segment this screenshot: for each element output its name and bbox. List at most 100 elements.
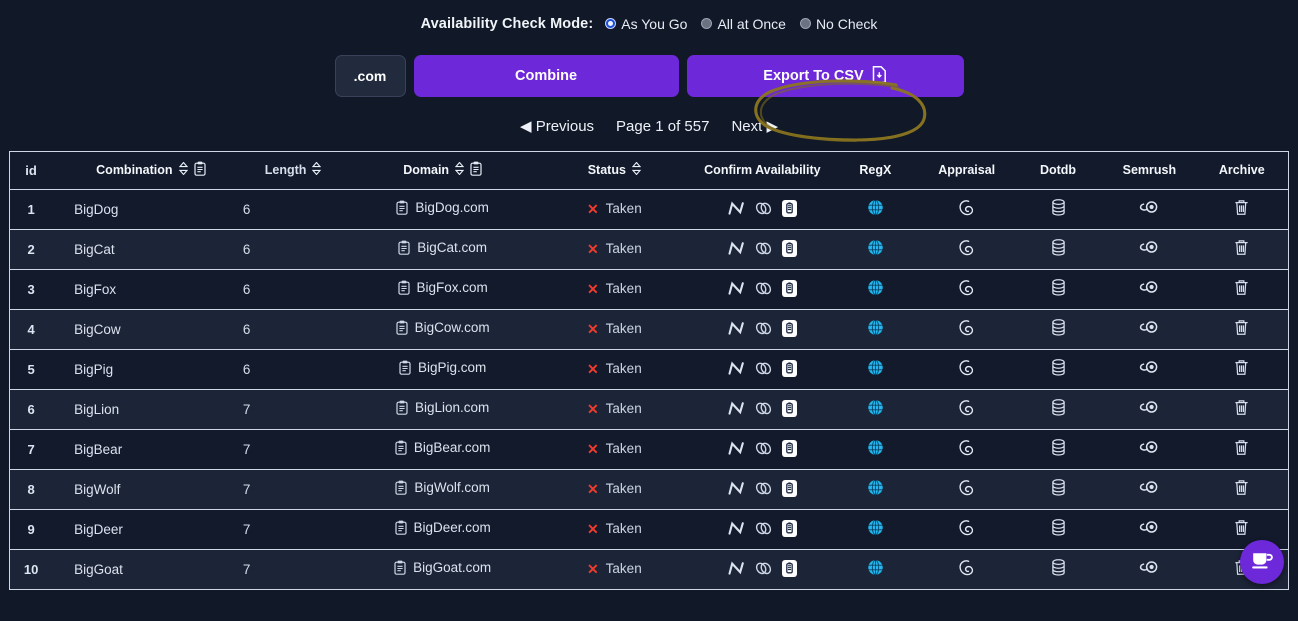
link-chain-icon[interactable] <box>755 241 772 256</box>
globe-icon[interactable] <box>867 439 884 456</box>
export-to-csv-button[interactable]: Export To CSV <box>686 55 964 97</box>
copy-domain-icon[interactable] <box>396 200 408 215</box>
previous-page-button[interactable]: ◀ Previous <box>520 117 594 135</box>
radio-indicator-all-at-once[interactable] <box>701 18 713 29</box>
sort-chevron-icon[interactable] <box>178 161 188 178</box>
clipboard-badge-icon[interactable] <box>781 359 797 377</box>
link-chain-icon[interactable] <box>755 281 772 296</box>
semrush-comet-icon[interactable] <box>1139 360 1159 375</box>
tld-selector-button[interactable]: .com <box>334 55 406 97</box>
radio-indicator-no-check[interactable] <box>799 18 811 29</box>
link-chain-icon[interactable] <box>755 401 772 416</box>
database-icon[interactable] <box>1051 359 1066 376</box>
namecheap-n-icon[interactable] <box>728 320 745 336</box>
link-chain-icon[interactable] <box>755 481 772 496</box>
database-icon[interactable] <box>1051 439 1066 456</box>
namecheap-n-icon[interactable] <box>728 280 745 296</box>
link-chain-icon[interactable] <box>755 201 772 216</box>
copy-column-icon[interactable] <box>193 161 206 179</box>
semrush-comet-icon[interactable] <box>1139 320 1159 335</box>
link-chain-icon[interactable] <box>755 361 772 376</box>
copy-domain-icon[interactable] <box>395 480 407 495</box>
godaddy-swirl-icon[interactable] <box>957 399 976 417</box>
database-icon[interactable] <box>1051 519 1066 536</box>
clipboard-badge-icon[interactable] <box>781 439 797 457</box>
trash-icon[interactable] <box>1234 439 1249 456</box>
col-header-length[interactable]: Length <box>232 152 352 190</box>
trash-icon[interactable] <box>1234 319 1249 336</box>
next-page-button[interactable]: Next ▶ <box>731 117 778 135</box>
godaddy-swirl-icon[interactable] <box>957 359 976 377</box>
clipboard-badge-icon[interactable] <box>781 399 797 417</box>
namecheap-n-icon[interactable] <box>728 400 745 416</box>
sort-chevron-icon[interactable] <box>631 161 642 178</box>
col-header-status[interactable]: Status <box>534 152 695 190</box>
globe-icon[interactable] <box>867 559 884 576</box>
copy-domain-icon[interactable] <box>396 400 408 415</box>
godaddy-swirl-icon[interactable] <box>957 519 976 537</box>
godaddy-swirl-icon[interactable] <box>957 239 976 257</box>
radio-option-no-check[interactable]: No Check <box>799 16 877 32</box>
clipboard-badge-icon[interactable] <box>781 239 797 257</box>
semrush-comet-icon[interactable] <box>1139 280 1159 295</box>
godaddy-swirl-icon[interactable] <box>957 319 976 337</box>
col-header-combination[interactable]: Combination <box>52 152 233 190</box>
globe-icon[interactable] <box>867 279 884 296</box>
semrush-comet-icon[interactable] <box>1139 240 1159 255</box>
semrush-comet-icon[interactable] <box>1139 480 1159 495</box>
globe-icon[interactable] <box>867 479 884 496</box>
globe-icon[interactable] <box>867 399 884 416</box>
godaddy-swirl-icon[interactable] <box>957 439 976 457</box>
sort-chevron-icon[interactable] <box>454 161 465 178</box>
clipboard-badge-icon[interactable] <box>781 319 797 337</box>
buy-me-a-coffee-button[interactable] <box>1240 540 1284 584</box>
copy-domain-icon[interactable] <box>395 440 407 455</box>
clipboard-badge-icon[interactable] <box>781 279 797 297</box>
copy-domain-icon[interactable] <box>394 560 406 575</box>
link-chain-icon[interactable] <box>755 561 772 576</box>
combine-button[interactable]: Combine <box>413 55 679 97</box>
semrush-comet-icon[interactable] <box>1139 520 1159 535</box>
copy-domain-icon[interactable] <box>398 240 410 255</box>
trash-icon[interactable] <box>1234 359 1249 376</box>
copy-column-icon[interactable] <box>470 161 482 179</box>
radio-option-all-at-once[interactable]: All at Once <box>701 16 786 32</box>
namecheap-n-icon[interactable] <box>728 520 745 536</box>
clipboard-badge-icon[interactable] <box>781 559 797 577</box>
database-icon[interactable] <box>1051 279 1066 296</box>
globe-icon[interactable] <box>867 319 884 336</box>
namecheap-n-icon[interactable] <box>728 240 745 256</box>
globe-icon[interactable] <box>867 199 884 216</box>
database-icon[interactable] <box>1051 559 1066 576</box>
semrush-comet-icon[interactable] <box>1139 400 1159 415</box>
clipboard-badge-icon[interactable] <box>781 199 797 217</box>
database-icon[interactable] <box>1051 399 1066 416</box>
namecheap-n-icon[interactable] <box>728 440 745 456</box>
sort-chevron-icon[interactable] <box>312 161 322 178</box>
globe-icon[interactable] <box>867 239 884 256</box>
namecheap-n-icon[interactable] <box>728 560 745 576</box>
semrush-comet-icon[interactable] <box>1139 200 1159 215</box>
globe-icon[interactable] <box>867 519 884 536</box>
col-header-domain[interactable]: Domain <box>351 152 535 190</box>
godaddy-swirl-icon[interactable] <box>957 199 976 217</box>
godaddy-swirl-icon[interactable] <box>957 479 976 497</box>
trash-icon[interactable] <box>1234 519 1249 536</box>
availability-mode-radio-group[interactable]: As You Go All at Once No Check <box>605 16 877 32</box>
database-icon[interactable] <box>1051 199 1066 216</box>
link-chain-icon[interactable] <box>755 321 772 336</box>
radio-option-as-you-go[interactable]: As You Go <box>605 16 687 32</box>
database-icon[interactable] <box>1051 479 1066 496</box>
copy-domain-icon[interactable] <box>396 320 408 335</box>
semrush-comet-icon[interactable] <box>1139 560 1159 575</box>
trash-icon[interactable] <box>1234 279 1249 296</box>
godaddy-swirl-icon[interactable] <box>957 559 976 577</box>
link-chain-icon[interactable] <box>755 521 772 536</box>
trash-icon[interactable] <box>1234 199 1249 216</box>
globe-icon[interactable] <box>867 359 884 376</box>
copy-domain-icon[interactable] <box>394 520 407 535</box>
namecheap-n-icon[interactable] <box>728 360 745 376</box>
copy-domain-icon[interactable] <box>397 280 410 295</box>
semrush-comet-icon[interactable] <box>1139 440 1159 455</box>
radio-indicator-as-you-go[interactable] <box>605 18 617 29</box>
